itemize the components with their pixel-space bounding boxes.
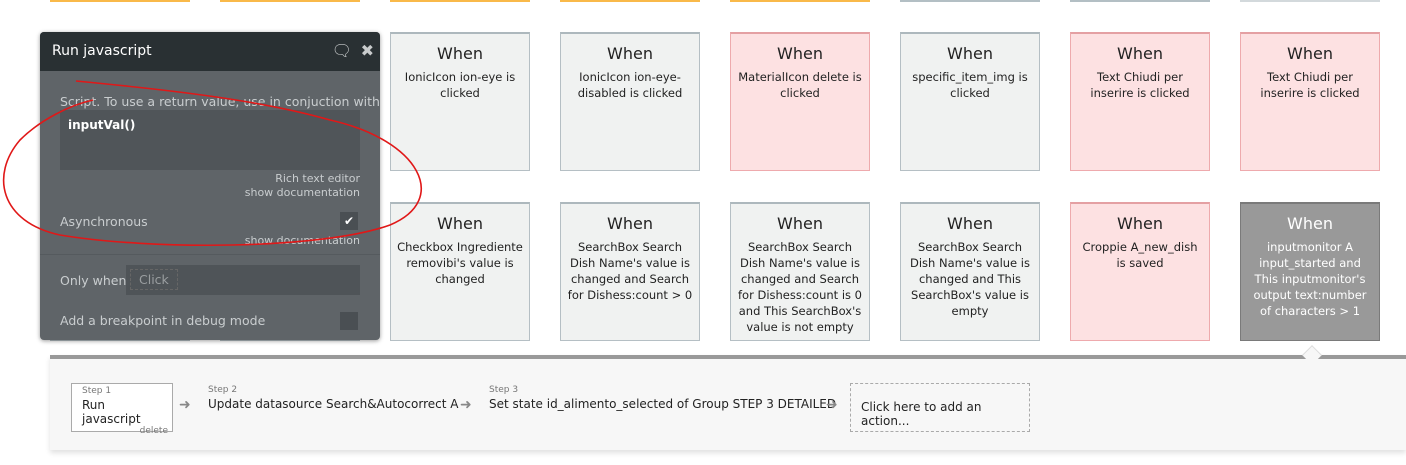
- event-condition: Text Chiudi per inserire is clicked: [1090, 70, 1190, 100]
- when-label: When: [607, 44, 653, 63]
- rich-text-editor-link[interactable]: Rich text editor: [275, 172, 360, 185]
- comment-icon[interactable]: 🗨: [332, 41, 352, 60]
- step-number: Step 2: [208, 385, 238, 395]
- when-label: When: [1117, 44, 1163, 63]
- event-card[interactable]: When Text Chiudi per inserire is clicked: [1070, 32, 1210, 171]
- add-action-button[interactable]: Click here to add an action...: [850, 383, 1030, 432]
- step-3[interactable]: Step 3 Set state id_alimento_selected of…: [481, 383, 844, 432]
- run-javascript-panel: Run javascript 🗨 ✖ Script. To use a retu…: [40, 32, 380, 340]
- arrow-icon: ➜: [179, 397, 191, 413]
- event-condition: inputmonitor A input_started and This in…: [1253, 240, 1367, 318]
- event-card[interactable]: When IonicIcon ion-eye-disabled is clicke…: [560, 32, 700, 171]
- event-strip[interactable]: [730, 0, 870, 2]
- event-strip[interactable]: [50, 0, 190, 2]
- step-label: Set state id_alimento_selected of Group …: [489, 397, 837, 411]
- event-condition: MaterialIcon delete is clicked: [738, 70, 862, 100]
- event-card[interactable]: When Croppie A_new_dish is saved: [1070, 202, 1210, 341]
- when-label: When: [437, 44, 483, 63]
- event-card[interactable]: When MaterialIcon delete is clicked: [730, 32, 870, 171]
- asynchronous-label: Asynchronous: [60, 214, 148, 229]
- when-label: When: [607, 214, 653, 233]
- check-icon: ✔: [343, 214, 355, 228]
- event-card[interactable]: When SearchBox Search Dish Name's value i…: [560, 202, 700, 341]
- step-1[interactable]: Step 1 Run javascript delete: [71, 383, 173, 436]
- click-placeholder[interactable]: Click: [130, 269, 178, 290]
- event-condition: SearchBox Search Dish Name's value is ch…: [738, 240, 862, 334]
- when-label: When: [777, 44, 823, 63]
- when-label: When: [1287, 44, 1333, 63]
- event-condition: specific_item_img is clicked: [912, 70, 1028, 100]
- event-condition: Text Chiudi per inserire is clicked: [1260, 70, 1360, 100]
- step-2[interactable]: Step 2 Update datasource Search&Autocorr…: [200, 383, 466, 432]
- script-input[interactable]: inputVal(): [60, 110, 360, 170]
- when-label: When: [1287, 214, 1333, 233]
- panel-title: Run javascript: [52, 43, 152, 59]
- panel-header: Run javascript 🗨 ✖: [40, 32, 380, 71]
- asynchronous-checkbox[interactable]: ✔: [340, 212, 358, 230]
- event-card[interactable]: When SearchBox Search Dish Name's value i…: [900, 202, 1040, 341]
- event-strip[interactable]: [560, 0, 700, 2]
- delete-link[interactable]: delete: [82, 426, 168, 436]
- event-condition: SearchBox Search Dish Name's value is ch…: [910, 240, 1030, 318]
- when-label: When: [777, 214, 823, 233]
- event-strip[interactable]: [1070, 0, 1210, 2]
- event-strip[interactable]: [220, 0, 360, 2]
- when-label: When: [947, 214, 993, 233]
- workflow-actions-bar: Step 1 Run javascript delete ➜ Step 2 Up…: [50, 345, 1406, 450]
- when-label: When: [437, 214, 483, 233]
- event-condition: SearchBox Search Dish Name's value is ch…: [567, 240, 693, 302]
- show-documentation-link-2[interactable]: show documentation: [245, 234, 360, 247]
- script-label: Script. To use a return value, use in co…: [60, 94, 380, 109]
- only-when-label: Only when: [60, 273, 127, 288]
- event-condition: IonicIcon ion-eye-disabled is clicked: [577, 70, 683, 100]
- when-label: When: [1117, 214, 1163, 233]
- event-strip[interactable]: [900, 0, 1040, 2]
- event-strip[interactable]: [390, 0, 530, 2]
- when-label: When: [947, 44, 993, 63]
- event-condition: Checkbox Ingrediente removibi's value is…: [397, 240, 523, 286]
- show-documentation-link[interactable]: show documentation: [245, 186, 360, 199]
- step-label: Run javascript: [82, 398, 141, 426]
- event-card[interactable]: When Text Chiudi per inserire is clicked: [1240, 32, 1380, 171]
- event-card[interactable]: When Checkbox Ingrediente removibi's valu…: [390, 202, 530, 341]
- event-strip[interactable]: [1240, 0, 1380, 2]
- arrow-icon: ➜: [460, 397, 472, 413]
- breakpoint-checkbox[interactable]: [340, 312, 358, 330]
- arrow-icon: ➜: [826, 397, 838, 413]
- pointer-notch: [1302, 345, 1322, 365]
- step-number: Step 1: [82, 386, 112, 396]
- event-condition: IonicIcon ion-eye is clicked: [404, 70, 516, 100]
- step-number: Step 3: [489, 385, 519, 395]
- event-condition: Croppie A_new_dish is saved: [1082, 240, 1198, 270]
- breakpoint-label: Add a breakpoint in debug mode: [60, 313, 266, 328]
- step-label: Update datasource Search&Autocorrect A: [208, 397, 459, 411]
- only-when-input[interactable]: Click: [126, 265, 360, 295]
- event-card[interactable]: When SearchBox Search Dish Name's value i…: [730, 202, 870, 341]
- divider: [40, 254, 380, 255]
- event-card[interactable]: When IonicIcon ion-eye is clicked: [390, 32, 530, 171]
- event-card[interactable]: When specific_item_img is clicked: [900, 32, 1040, 171]
- event-card[interactable]: When inputmonitor A input_started and Thi…: [1240, 202, 1380, 341]
- close-icon[interactable]: ✖: [361, 41, 374, 60]
